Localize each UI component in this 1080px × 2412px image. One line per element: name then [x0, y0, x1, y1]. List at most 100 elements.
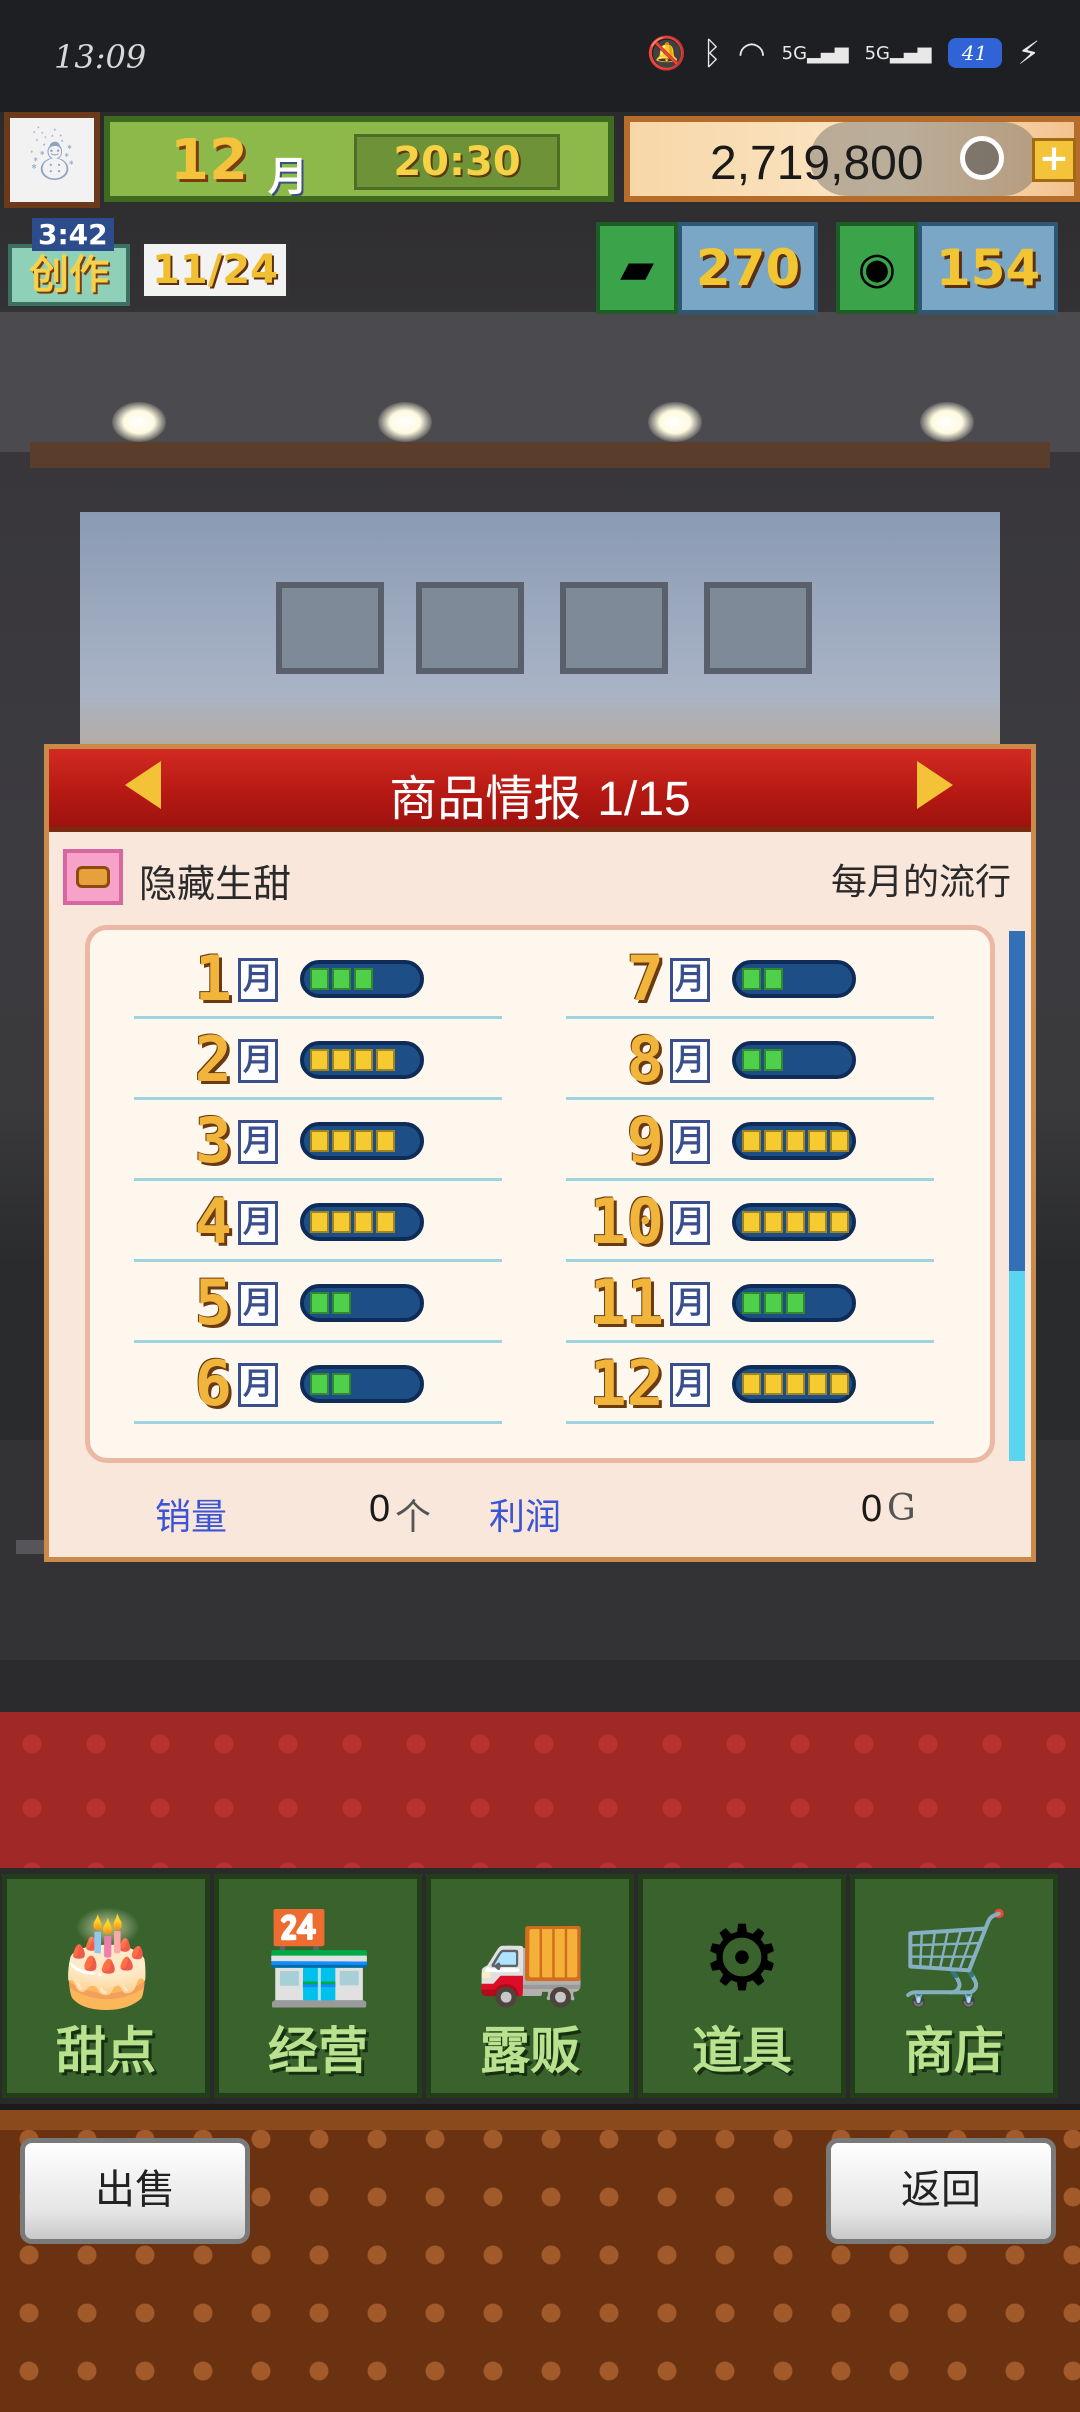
popularity-segment: [786, 1211, 805, 1233]
month-row: 9月: [566, 1098, 934, 1181]
oven: [704, 582, 812, 674]
create-timer: 3:42: [32, 218, 114, 251]
popularity-segment: [786, 1130, 805, 1152]
month-unit: 月: [670, 1282, 710, 1326]
sales-value: 0: [369, 1488, 391, 1530]
shop-building-icon: 🏪: [263, 1906, 376, 2011]
next-page-icon[interactable]: [917, 761, 953, 809]
nav-store[interactable]: 🛒 商店: [850, 1874, 1058, 2098]
bottom-bar-edge: [0, 2110, 1080, 2130]
month-unit: 月: [238, 958, 278, 1002]
profit-label: 利润: [489, 1497, 562, 1538]
month-unit: 月: [238, 1039, 278, 1083]
item-name: 隐藏生甜: [139, 862, 292, 906]
sales-label: 销量: [155, 1497, 228, 1538]
month-number: 10: [589, 1185, 664, 1258]
popularity-segment: [376, 1049, 395, 1071]
dialog-title: 商品情报 1/15: [49, 759, 1031, 829]
popularity-segment: [764, 1211, 783, 1233]
product-info-dialog: 商品情报 1/15 隐藏生甜 每月的流行 1 月 2 月 3 月 4 月 5 月 6 月 7 月 8 月 9 月 10…: [44, 744, 1036, 1562]
medal-value: 154: [918, 222, 1058, 314]
month-row: 7月: [566, 936, 934, 1019]
month-unit: 月: [670, 1363, 710, 1407]
player-avatar[interactable]: ☃: [4, 112, 100, 208]
popularity-bar: [300, 1284, 424, 1322]
scrollbar[interactable]: [1009, 931, 1025, 1461]
popularity-segment: [786, 1373, 805, 1395]
sell-button[interactable]: 出售: [20, 2138, 250, 2244]
popularity-bar: [300, 960, 424, 998]
popularity-segment: [310, 1373, 329, 1395]
popularity-segment: [742, 1211, 761, 1233]
nav-label: 露贩: [480, 2022, 580, 2080]
ceiling-lamp: [648, 402, 702, 442]
back-button[interactable]: 返回: [826, 2138, 1056, 2244]
add-money-button[interactable]: +: [1032, 138, 1076, 182]
popularity-segment: [332, 1130, 351, 1152]
gold-bar-icon: ▰: [596, 222, 678, 314]
popularity-segment: [310, 1292, 329, 1314]
gold-bar-counter: ▰ 270: [596, 222, 818, 314]
month-unit: 月: [238, 1363, 278, 1407]
month-row: 2月: [134, 1017, 502, 1100]
popularity-bar: [732, 1365, 856, 1403]
nav-dessert[interactable]: 🎂 甜点: [2, 1874, 210, 2098]
month-number: 11: [589, 1266, 664, 1339]
popularity-segment: [786, 1292, 805, 1314]
signal-5g-icon: 5G▂▄▆: [781, 42, 849, 64]
bottom-nav: 🎂 甜点 🏪 经营 🚚 露贩 ⚙ 道具 🛒 商店: [0, 1868, 1080, 2104]
popularity-segment: [310, 1211, 329, 1233]
floating-ball-icon[interactable]: [960, 136, 1004, 180]
nav-food-truck[interactable]: 🚚 露贩: [426, 1874, 634, 2098]
popularity-segment: [830, 1373, 849, 1395]
nav-items[interactable]: ⚙ 道具: [638, 1874, 846, 2098]
popularity-segment: [830, 1211, 849, 1233]
sales-footer: 销量 0 个 利润 0 G: [49, 1484, 1031, 1544]
popularity-bar: [300, 1365, 424, 1403]
month-row: 4月: [134, 1179, 502, 1262]
scroll-thumb[interactable]: [1009, 931, 1025, 1271]
popularity-segment: [332, 1049, 351, 1071]
medal-icon: ◉: [836, 222, 918, 314]
month-unit: 月: [670, 1120, 710, 1164]
battery-icon: 41: [947, 38, 1002, 68]
popularity-segment: [376, 1211, 395, 1233]
popularity-bar: [732, 1041, 856, 1079]
dialog-header: 商品情报 1/15: [49, 749, 1031, 832]
monthly-popularity-chart: 1 月 2 月 3 月 4 月 5 月 6 月 7 月 8 月 9 月 10 月 11 月 12 月: [85, 925, 995, 1463]
popularity-segment: [332, 968, 351, 990]
cake-icon: 🎂: [51, 1906, 164, 2011]
month-number: 3: [194, 1104, 232, 1177]
popularity-bar: [732, 1122, 856, 1160]
popularity-bar: [732, 1284, 856, 1322]
popularity-segment: [764, 1049, 783, 1071]
nav-label: 商店: [904, 2022, 1004, 2080]
status-bar: 13:09 🔕 ᛒ ◠ 5G▂▄▆ 5G▂▄▆ 41 ⚡: [0, 0, 1080, 112]
month-row: 1月: [134, 936, 502, 1019]
item-row: 隐藏生甜 每月的流行: [63, 847, 1019, 907]
profit-value: 0: [861, 1488, 883, 1530]
dialog-page: 1/15: [597, 773, 691, 826]
cart-icon: 🛒: [899, 1906, 1012, 2011]
date-panel: 12 月 20:30: [104, 116, 614, 202]
popularity-segment: [354, 1049, 373, 1071]
popularity-segment: [332, 1292, 351, 1314]
bluetooth-icon: ᛒ: [702, 34, 722, 72]
nav-management[interactable]: 🏪 经营: [214, 1874, 422, 2098]
popularity-segment: [310, 1049, 329, 1071]
signal-5g-icon: 5G▂▄▆: [864, 42, 932, 64]
create-label: 创作: [8, 244, 130, 306]
month-row: 8月: [566, 1017, 934, 1100]
mute-icon: 🔕: [646, 34, 687, 72]
popularity-segment: [742, 1292, 761, 1314]
create-panel[interactable]: 创作 3:42 11/24: [8, 218, 290, 312]
month-row: 5月: [134, 1260, 502, 1343]
month-number: 12: [589, 1347, 664, 1420]
game-clock: 20:30: [354, 134, 560, 190]
food-truck-icon: 🚚: [475, 1906, 588, 2011]
nav-label: 甜点: [56, 2022, 156, 2080]
create-count: 11/24: [140, 240, 290, 300]
ceiling-lamp: [920, 402, 974, 442]
month-number: 4: [194, 1185, 232, 1258]
popularity-segment: [332, 1211, 351, 1233]
